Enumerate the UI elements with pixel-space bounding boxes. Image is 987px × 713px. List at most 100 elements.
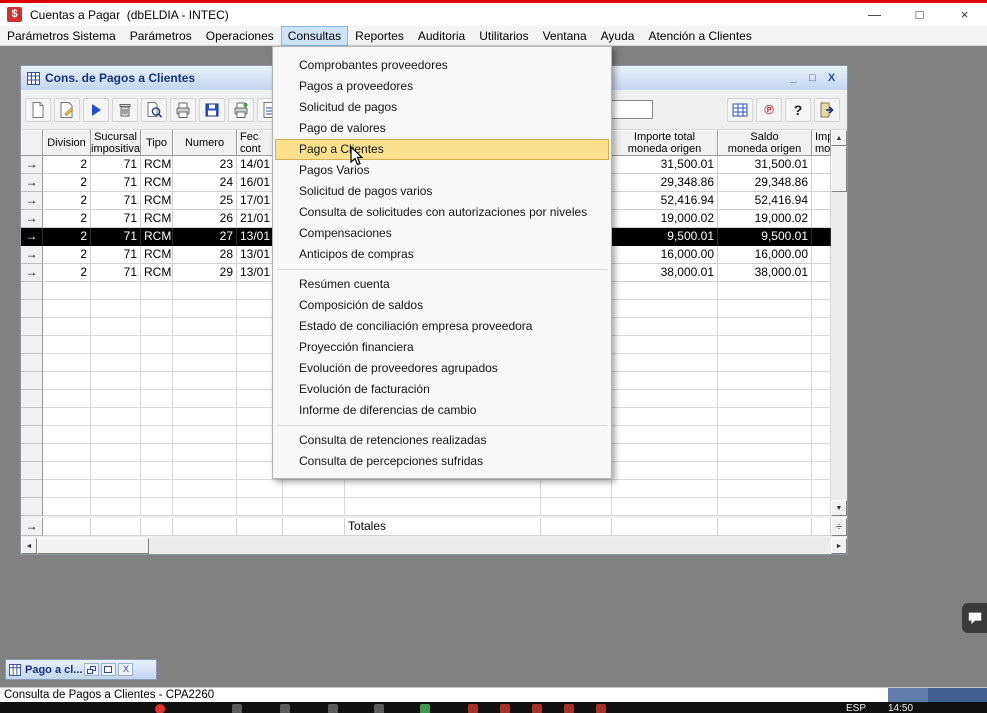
edit-document-icon xyxy=(58,101,76,119)
scroll-down-button[interactable]: ▼ xyxy=(831,500,847,516)
taskbar-language[interactable]: ESP xyxy=(846,703,866,713)
cell-tipo: RCM xyxy=(141,192,173,210)
taskbar-app-icon[interactable] xyxy=(232,704,242,713)
maximize-button[interactable]: □ xyxy=(897,3,942,26)
grid-view-button[interactable] xyxy=(727,98,753,122)
taskbar-clock[interactable]: 14:50 xyxy=(888,703,913,713)
dropdown-item[interactable]: Comprobantes proveedores xyxy=(275,55,609,76)
column-header-saldo[interactable]: Saldomoneda origen xyxy=(718,130,812,156)
menubar-item-auditoria[interactable]: Auditoria xyxy=(411,26,472,46)
taskbar-app-icon[interactable] xyxy=(155,704,165,713)
column-header-tipo[interactable]: Tipo xyxy=(141,130,173,156)
menubar-item-ayuda[interactable]: Ayuda xyxy=(594,26,642,46)
menubar-item-consultas[interactable]: Consultas xyxy=(281,26,348,46)
menubar-item-reportes[interactable]: Reportes xyxy=(348,26,411,46)
cell-numero: 24 xyxy=(173,174,237,192)
preview-button[interactable] xyxy=(141,98,167,122)
horizontal-scrollbar[interactable]: ◄ ► xyxy=(21,538,847,554)
taskbar-app-icon[interactable] xyxy=(328,704,338,713)
dropdown-item[interactable]: Pagos Varios xyxy=(275,160,609,181)
column-header-division[interactable]: Division xyxy=(43,130,91,156)
app-titlebar: $ Cuentas a Pagar (dbELDIA - INTEC) — □ … xyxy=(0,3,987,26)
cell-numero: 27 xyxy=(173,228,237,246)
minimized-window-pago-a-clientes[interactable]: Pago a cl... X xyxy=(5,659,157,680)
cell-numero: 28 xyxy=(173,246,237,264)
cell-saldo: 52,416.94 xyxy=(718,192,812,210)
close-button[interactable]: X xyxy=(118,663,133,676)
cell-total-importe xyxy=(612,518,718,536)
dropdown-item[interactable]: Pagos a proveedores xyxy=(275,76,609,97)
scroll-left-button[interactable]: ◄ xyxy=(21,538,37,554)
taskbar-app-icon[interactable] xyxy=(468,704,478,713)
exit-button[interactable] xyxy=(814,98,840,122)
dropdown-item[interactable]: Consulta de solicitudes con autorizacion… xyxy=(275,202,609,223)
vertical-scroll-thumb[interactable] xyxy=(831,146,847,192)
dropdown-item[interactable]: Proyección financiera xyxy=(275,337,609,358)
column-header-sucursal[interactable]: Sucursalimpositiva xyxy=(91,130,141,156)
print-setup-button[interactable] xyxy=(228,98,254,122)
menubar-item-parametros[interactable]: Parámetros xyxy=(123,26,199,46)
row-marker-icon: → xyxy=(21,264,43,282)
cell-importe2 xyxy=(812,156,831,174)
restore-button[interactable] xyxy=(84,663,99,676)
taskbar-app-icon[interactable] xyxy=(596,704,606,713)
grid-split-button[interactable]: ÷ xyxy=(831,518,847,536)
row-marker-icon: → xyxy=(21,210,43,228)
dropdown-item[interactable]: Composición de saldos xyxy=(275,295,609,316)
minimize-button[interactable]: — xyxy=(852,3,897,26)
horizontal-scroll-thumb[interactable] xyxy=(37,538,149,554)
dropdown-item[interactable]: Consulta de retenciones realizadas xyxy=(275,430,609,451)
dropdown-item[interactable]: Solicitud de pagos xyxy=(275,97,609,118)
menubar-item-parametros-sistema[interactable]: Parámetros Sistema xyxy=(0,26,123,46)
table-window-icon xyxy=(27,72,40,85)
column-header-numero[interactable]: Numero xyxy=(173,130,237,156)
dropdown-item[interactable]: Resúmen cuenta xyxy=(275,274,609,295)
scroll-right-button[interactable]: ► xyxy=(831,538,847,554)
run-button[interactable] xyxy=(83,98,109,122)
chat-widget[interactable] xyxy=(962,603,987,633)
question-icon: ? xyxy=(794,102,803,118)
child-minimize-button[interactable]: _ xyxy=(784,72,803,84)
taskbar-app-icon[interactable] xyxy=(420,704,430,713)
child-close-button[interactable]: X xyxy=(822,72,841,84)
vertical-scrollbar[interactable]: ▲ ▼ xyxy=(831,130,847,516)
help-button[interactable]: ? xyxy=(785,98,811,122)
print-button[interactable] xyxy=(170,98,196,122)
edit-button[interactable] xyxy=(54,98,80,122)
taskbar-app-icon[interactable] xyxy=(532,704,542,713)
consultas-dropdown-menu: Comprobantes proveedores Pagos a proveed… xyxy=(272,46,612,479)
cell-numero: 25 xyxy=(173,192,237,210)
cell-sucursal: 71 xyxy=(91,156,141,174)
new-button[interactable] xyxy=(25,98,51,122)
menubar-item-operaciones[interactable]: Operaciones xyxy=(199,26,281,46)
dropdown-item[interactable]: Informe de diferencias de cambio xyxy=(275,400,609,421)
taskbar-app-icon[interactable] xyxy=(500,704,510,713)
menubar-item-utilitarios[interactable]: Utilitarios xyxy=(472,26,535,46)
dropdown-item[interactable]: Estado de conciliación empresa proveedor… xyxy=(275,316,609,337)
cell-tipo: RCM xyxy=(141,228,173,246)
cell-importe: 16,000.00 xyxy=(612,246,718,264)
maximize-button[interactable] xyxy=(101,663,116,676)
dropdown-item[interactable]: Compensaciones xyxy=(275,223,609,244)
dropdown-item[interactable]: Evolución de proveedores agrupados xyxy=(275,358,609,379)
scroll-up-button[interactable]: ▲ xyxy=(831,130,847,146)
menubar-item-ventana[interactable]: Ventana xyxy=(536,26,594,46)
menubar-item-atencion-a-clientes[interactable]: Atención a Clientes xyxy=(641,26,758,46)
dropdown-item[interactable]: Evolución de facturación xyxy=(275,379,609,400)
column-header-importe[interactable]: Importe totalmoneda origen xyxy=(612,130,718,156)
close-button[interactable]: × xyxy=(942,3,987,26)
delete-button[interactable] xyxy=(112,98,138,122)
dropdown-item[interactable]: Pago de valores xyxy=(275,118,609,139)
child-maximize-button[interactable]: □ xyxy=(803,72,822,84)
dropdown-item[interactable]: Anticipos de compras xyxy=(275,244,609,265)
taskbar-app-icon[interactable] xyxy=(280,704,290,713)
taskbar-app-icon[interactable] xyxy=(564,704,574,713)
dropdown-item[interactable]: Solicitud de pagos varios xyxy=(275,181,609,202)
dropdown-item-pago-a-clientes[interactable]: Pago a Clientes xyxy=(275,139,609,160)
save-button[interactable] xyxy=(199,98,225,122)
taskbar-app-icon[interactable] xyxy=(374,704,384,713)
options-button[interactable]: ℗ xyxy=(756,98,782,122)
dropdown-item[interactable]: Consulta de percepciones sufridas xyxy=(275,451,609,472)
column-header-importe2[interactable]: Impmor xyxy=(812,130,831,156)
cell-sucursal: 71 xyxy=(91,174,141,192)
